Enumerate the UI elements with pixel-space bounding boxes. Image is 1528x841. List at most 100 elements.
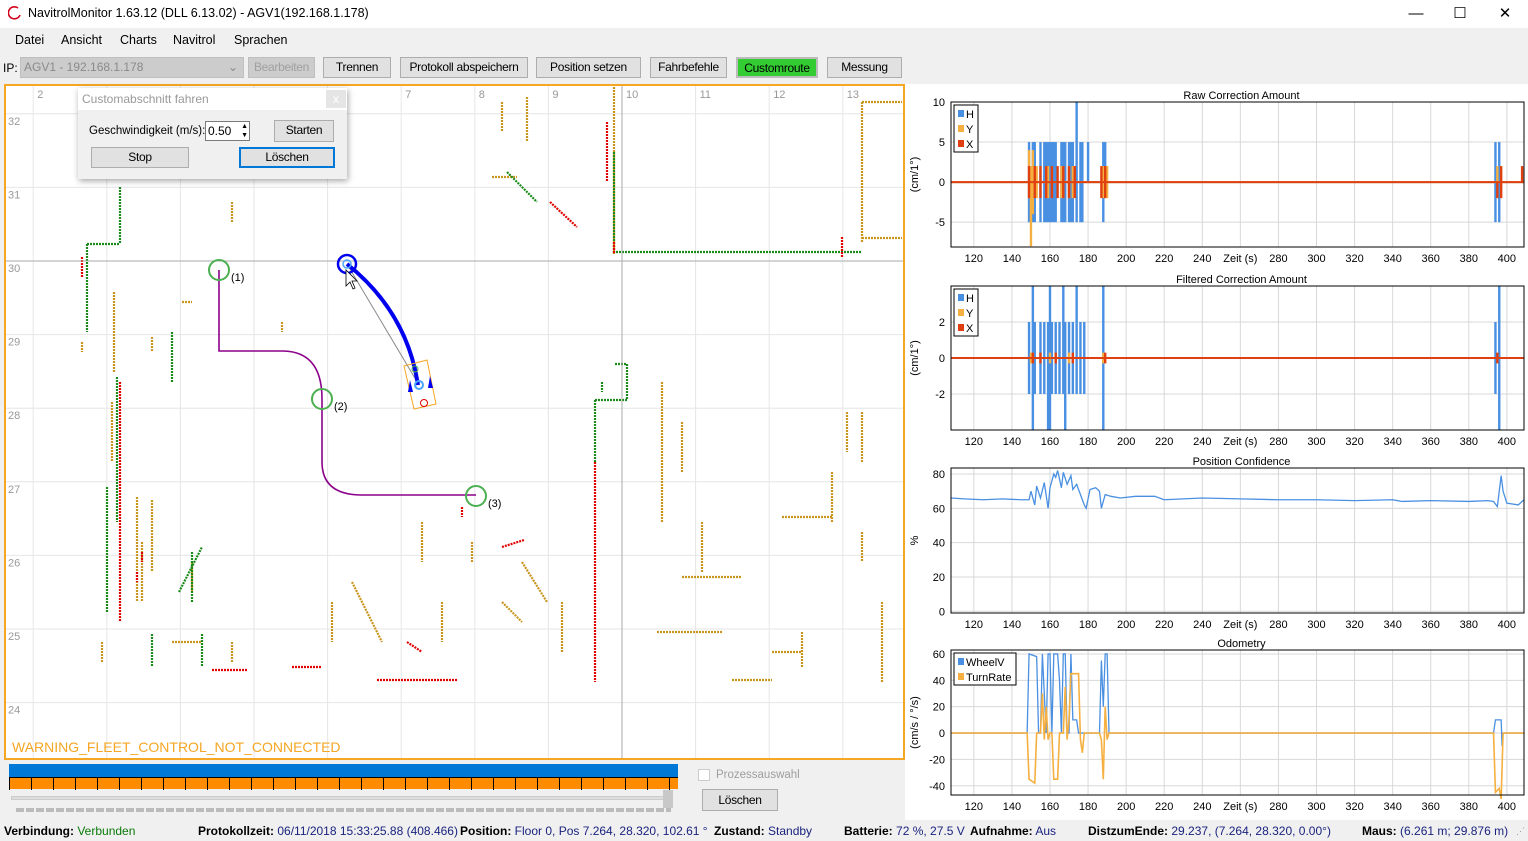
spike-X bbox=[1039, 352, 1042, 364]
x-tick-label: 220 bbox=[1155, 253, 1173, 265]
y-tick-label: 20 bbox=[933, 572, 945, 584]
x-tick-label: 360 bbox=[1422, 619, 1440, 631]
maus-value: (6.261 m; 29.876 m) bbox=[1400, 824, 1509, 838]
chart-raw-correction-amount: Raw Correction Amount 120 140 160 180 200 220 2… bbox=[909, 90, 1525, 265]
spike-H bbox=[1075, 102, 1078, 223]
y-tick-label: -20 bbox=[929, 754, 945, 766]
aufnahme-label: Aufnahme: bbox=[970, 824, 1033, 838]
spike-X bbox=[1499, 166, 1503, 199]
distzumende-label: DistzumEnde: bbox=[1088, 824, 1169, 838]
x-tick-label: 400 bbox=[1498, 801, 1516, 813]
x-tick-label: 160 bbox=[1041, 801, 1059, 813]
y-tick-label: 0 bbox=[939, 606, 945, 618]
x-tick-label: 300 bbox=[1307, 619, 1325, 631]
x-tick-label: 400 bbox=[1498, 253, 1516, 265]
x-tick-label: 140 bbox=[1003, 436, 1021, 448]
x-tick-label: 320 bbox=[1345, 801, 1363, 813]
x-tick-label: 400 bbox=[1498, 436, 1516, 448]
x-tick-label: 280 bbox=[1269, 619, 1287, 631]
x-tick-label: 200 bbox=[1117, 253, 1135, 265]
position-value: Floor 0, Pos 7.264, 28.320, 102.61 ° bbox=[514, 824, 708, 838]
spike-X bbox=[1033, 166, 1036, 199]
x-tick-label: 120 bbox=[965, 253, 983, 265]
y-tick-label: 5 bbox=[939, 137, 945, 149]
spike-X bbox=[1103, 352, 1107, 364]
plot-frame bbox=[950, 467, 1525, 614]
plot-area bbox=[950, 470, 1525, 511]
zustand-label: Zustand: bbox=[714, 824, 765, 838]
x-tick-label: 360 bbox=[1422, 253, 1440, 265]
batterie-value: 72 %, 27.5 V bbox=[896, 824, 965, 838]
legend-label: WheelV bbox=[966, 657, 1005, 669]
legend-swatch bbox=[958, 125, 964, 132]
chart-title: Raw Correction Amount bbox=[1183, 90, 1299, 102]
x-tick-label: 120 bbox=[965, 801, 983, 813]
legend-swatch bbox=[958, 324, 964, 331]
spike-Y bbox=[1496, 166, 1499, 183]
spike-H bbox=[1075, 286, 1078, 394]
y-tick-label: 0 bbox=[939, 728, 945, 740]
x-axis-label: Zeit (s) bbox=[1223, 801, 1257, 813]
legend-label: X bbox=[966, 139, 974, 151]
x-tick-label: 160 bbox=[1041, 253, 1059, 265]
aufnahme-value: Aus bbox=[1035, 824, 1057, 838]
x-tick-label: 220 bbox=[1155, 619, 1173, 631]
y-tick-label: 60 bbox=[933, 649, 945, 661]
plot-area bbox=[951, 102, 1524, 247]
plot-area bbox=[951, 286, 1524, 430]
spike-X bbox=[1027, 166, 1031, 199]
x-tick-label: 220 bbox=[1155, 801, 1173, 813]
position-label: Position: bbox=[460, 824, 512, 838]
legend-swatch bbox=[958, 673, 964, 680]
spike-X bbox=[1050, 166, 1054, 199]
x-tick-label: 320 bbox=[1345, 436, 1363, 448]
x-tick-label: 120 bbox=[965, 436, 983, 448]
x-axis-label: Zeit (s) bbox=[1223, 619, 1257, 631]
legend-swatch bbox=[958, 658, 964, 665]
x-tick-label: 240 bbox=[1193, 619, 1211, 631]
spike-X bbox=[1044, 166, 1048, 199]
legend-label: H bbox=[966, 109, 974, 121]
chart-title: Odometry bbox=[1217, 638, 1266, 650]
y-tick-label: 40 bbox=[933, 675, 945, 687]
chart-position-confidence: Position Confidence120 140 160 180 200 220 240… bbox=[909, 456, 1525, 631]
x-tick-label: 140 bbox=[1003, 801, 1021, 813]
x-tick-label: 180 bbox=[1079, 436, 1097, 448]
spike-X bbox=[1067, 166, 1071, 199]
spike-X bbox=[1056, 166, 1059, 199]
x-tick-label: 200 bbox=[1117, 436, 1135, 448]
y-axis-label: (cm/1°) bbox=[909, 157, 921, 193]
zustand-value: Standby bbox=[768, 824, 813, 838]
x-tick-label: 180 bbox=[1079, 619, 1097, 631]
legend-label: H bbox=[966, 293, 974, 305]
x-tick-label: 320 bbox=[1345, 253, 1363, 265]
x-tick-label: 200 bbox=[1117, 801, 1135, 813]
chart-odometry: Odometry120 140 160 180 200 220 240 280 300 320 34… bbox=[909, 638, 1525, 813]
spike-X bbox=[1100, 166, 1103, 199]
y-tick-label: 2 bbox=[939, 317, 945, 329]
legend-swatch bbox=[958, 110, 964, 117]
x-tick-label: 380 bbox=[1460, 436, 1478, 448]
x-tick-label: 360 bbox=[1422, 436, 1440, 448]
x-tick-label: 340 bbox=[1383, 801, 1401, 813]
x-tick-label: 340 bbox=[1383, 619, 1401, 631]
spike-X bbox=[1073, 166, 1076, 199]
y-tick-label: 80 bbox=[933, 469, 945, 481]
x-tick-label: 240 bbox=[1193, 801, 1211, 813]
x-axis-label: Zeit (s) bbox=[1223, 436, 1257, 448]
legend-label: TurnRate bbox=[966, 672, 1011, 684]
plot-area bbox=[951, 653, 1524, 800]
x-tick-label: 360 bbox=[1422, 801, 1440, 813]
x-tick-label: 300 bbox=[1307, 253, 1325, 265]
x-tick-label: 160 bbox=[1041, 436, 1059, 448]
verbindung-value: Verbunden bbox=[77, 824, 136, 838]
x-tick-label: 140 bbox=[1003, 619, 1021, 631]
x-tick-label: 280 bbox=[1269, 436, 1287, 448]
x-tick-label: 160 bbox=[1041, 619, 1059, 631]
charts-canvas: Raw Correction Amount120 140 160 180 200 220 2… bbox=[909, 90, 1525, 813]
series-line bbox=[950, 470, 1525, 511]
resize-grip-icon[interactable]: ⋰ bbox=[1516, 826, 1525, 837]
batterie-label: Batterie: bbox=[844, 824, 893, 838]
spike-X bbox=[1031, 352, 1035, 364]
spike-X bbox=[1103, 166, 1107, 199]
